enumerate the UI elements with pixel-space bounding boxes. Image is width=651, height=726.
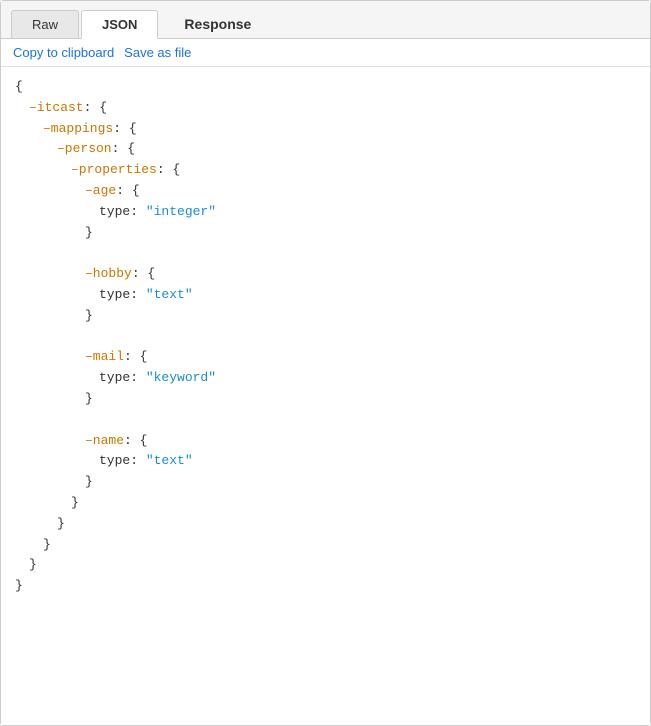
json-line: } xyxy=(15,389,636,410)
save-as-file-link[interactable]: Save as file xyxy=(124,45,191,60)
tab-json[interactable]: JSON xyxy=(81,10,158,39)
json-line: type: "keyword" xyxy=(15,368,636,389)
json-line xyxy=(15,327,636,348)
json-line xyxy=(15,410,636,431)
tab-raw[interactable]: Raw xyxy=(11,10,79,38)
json-line: { xyxy=(15,77,636,98)
tab-response: Response xyxy=(164,10,271,38)
tabs-bar: Raw JSON Response xyxy=(1,1,650,39)
json-line: } xyxy=(15,514,636,535)
json-line: type: "text" xyxy=(15,285,636,306)
json-line: type: "text" xyxy=(15,451,636,472)
json-line: } xyxy=(15,306,636,327)
action-bar: Copy to clipboard Save as file xyxy=(1,39,650,67)
json-line: } xyxy=(15,472,636,493)
json-line: } xyxy=(15,535,636,556)
json-line: type: "integer" xyxy=(15,202,636,223)
json-line: } xyxy=(15,576,636,597)
json-line: } xyxy=(15,493,636,514)
json-line: –hobby: { xyxy=(15,264,636,285)
copy-to-clipboard-link[interactable]: Copy to clipboard xyxy=(13,45,114,60)
json-content: { –itcast: { –mappings: { –person: { –pr… xyxy=(1,67,650,725)
json-line: –name: { xyxy=(15,431,636,452)
json-line: –age: { xyxy=(15,181,636,202)
json-line: } xyxy=(15,555,636,576)
json-line: –mail: { xyxy=(15,347,636,368)
json-line: –itcast: { xyxy=(15,98,636,119)
json-line: } xyxy=(15,223,636,244)
json-line: –person: { xyxy=(15,139,636,160)
response-panel: Raw JSON Response Copy to clipboard Save… xyxy=(0,0,651,726)
json-line: –properties: { xyxy=(15,160,636,181)
json-line: –mappings: { xyxy=(15,119,636,140)
json-line xyxy=(15,243,636,264)
